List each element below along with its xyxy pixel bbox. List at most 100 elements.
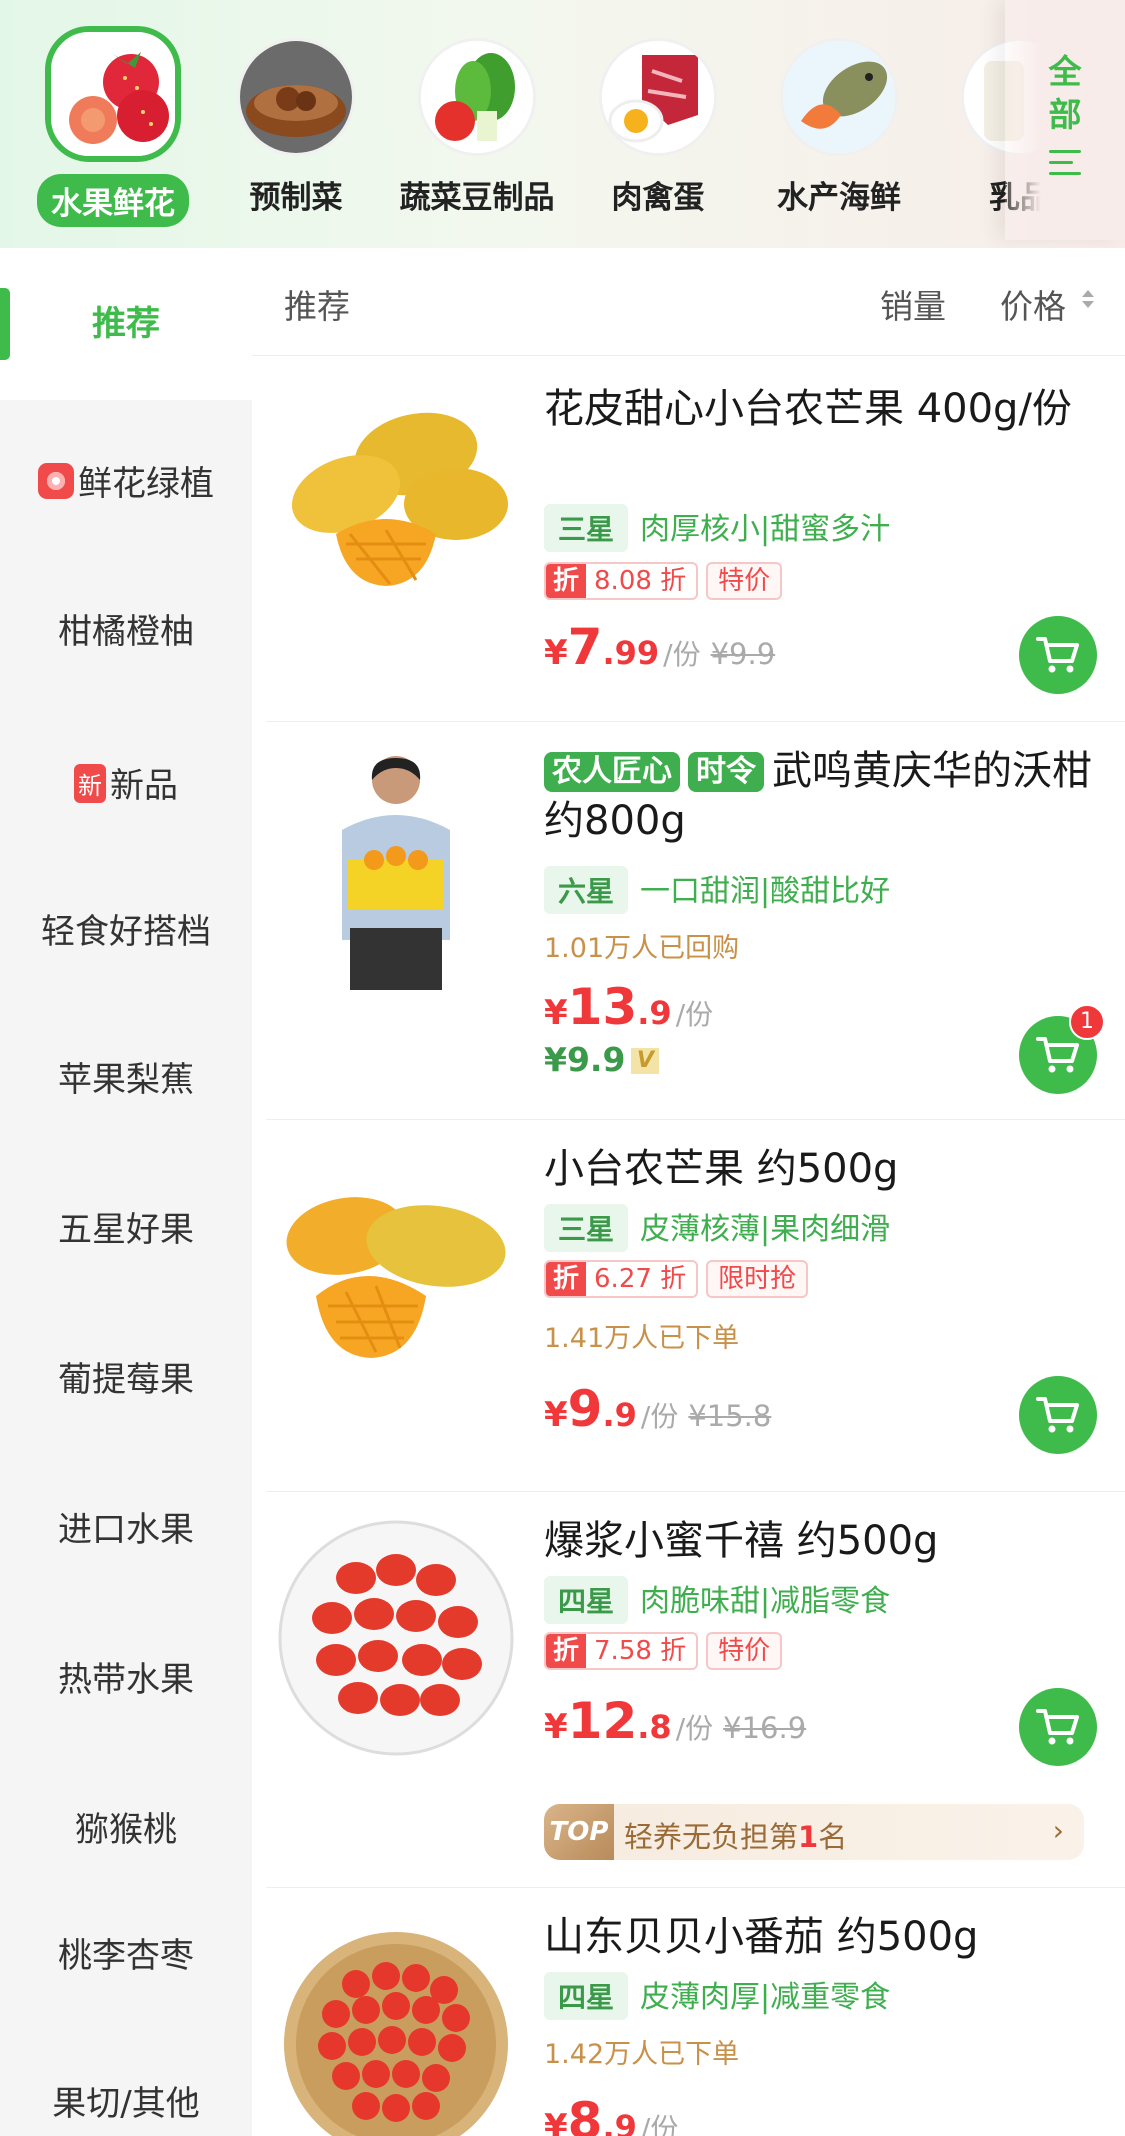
star-rating-badge: 三星 [544,504,629,552]
sidebar-item-apple-pear-banana[interactable]: 苹果梨蕉 [0,1052,252,1101]
cart-icon [1036,1397,1079,1433]
ranking-suffix: 名 [818,1820,848,1854]
product-features: 肉厚核小|甜蜜多汁 [640,512,891,547]
add-to-cart-button[interactable] [1019,1376,1097,1454]
sidebar-item-kiwi[interactable]: 猕猴桃 [0,1802,252,1851]
category-prepared-food[interactable]: 预制菜 [216,38,376,217]
prepared-food-thumbnail [237,38,355,156]
chevron-right-icon: › [1052,1814,1064,1847]
repurchase-count: 1.01万人已回购 [544,933,740,964]
product-card[interactable]: 山东贝贝小番茄 约500g 四星 皮薄肉厚|减重零食 1.42万人已下单 ¥8.9… [266,1888,1125,2136]
price-row: ¥7.99/份 ¥9.9 [544,618,775,676]
product-name: 花皮甜心小台农芒果 400g/份 [544,386,1072,432]
flash-sale-tag: 限时抢 [706,1260,809,1298]
vip-price-value: ¥9.9 [544,1040,626,1079]
price-decimal: .9 [602,2108,637,2136]
meat-thumbnail [599,38,717,156]
category-label: 水产海鲜 [777,180,901,216]
cart-icon [1036,1037,1079,1073]
product-list-panel: 推荐 销量 价格 花皮甜心小台农芒果 400g/份 三星 肉厚核小|甜蜜多汁 折8… [252,248,1125,2136]
price-integer: 13 [567,978,638,1036]
discount-value: 7.58 折 [594,1636,687,1666]
currency-symbol: ¥ [544,993,568,1033]
sidebar-item-label: 五星好果 [58,1210,194,1250]
price-unit: /份 [675,1712,714,1745]
sidebar-item-recommended[interactable]: 推荐 [0,248,252,400]
add-to-cart-button[interactable]: 1 [1019,1004,1105,1094]
sidebar-item-new[interactable]: 新新品 [0,758,252,807]
sidebar-item-peach-plum[interactable]: 桃李杏枣 [0,1928,252,1977]
price-row: ¥8.9/份 [544,2092,678,2136]
price-decimal: .99 [602,634,660,672]
discount-badge: 折 8.08 折 [544,562,699,600]
sidebar-item-label: 新品 [110,766,178,806]
currency-symbol: ¥ [544,2107,568,2136]
price-integer: 8 [567,2092,603,2136]
price-unit: /份 [675,998,714,1031]
category-vegetables-tofu[interactable]: 蔬菜豆制品 [397,38,557,217]
category-fruit-flower[interactable]: 水果鲜花 [33,26,193,227]
category-seafood[interactable]: 水产海鲜 [759,38,919,217]
sort-bar: 推荐 销量 价格 [252,248,1125,356]
sidebar-item-citrus[interactable]: 柑橘橙柚 [0,604,252,653]
special-price-tag: 特价 [706,562,783,600]
sidebar-item-light-meal[interactable]: 轻食好搭档 [0,904,252,953]
sidebar-item-five-star[interactable]: 五星好果 [0,1202,252,1251]
product-name: 山东贝贝小番茄 约500g [544,1914,979,1960]
sidebar-item-label: 柑橘橙柚 [58,612,194,652]
sidebar-item-imported[interactable]: 进口水果 [0,1502,252,1551]
sidebar-item-label: 苹果梨蕉 [58,1060,194,1100]
product-features: 肉脆味甜|减脂零食 [640,1584,891,1619]
ranking-text: 轻养无负担第1名 [624,1814,847,1856]
original-price: ¥15.8 [688,1399,772,1433]
product-card[interactable]: 花皮甜心小台农芒果 400g/份 三星 肉厚核小|甜蜜多汁 折 8.08 折特价 ¥… [266,356,1125,722]
special-price-tag: 特价 [706,1632,783,1670]
currency-symbol: ¥ [544,633,568,673]
price-integer: 9 [567,1380,603,1438]
cart-icon [1036,637,1079,673]
add-to-cart-button[interactable] [1019,1688,1097,1766]
sidebar-item-label: 推荐 [92,304,160,344]
sidebar-item-tropical[interactable]: 热带水果 [0,1652,252,1701]
craftsman-label: 农人匠心 [544,752,680,792]
product-card[interactable]: 小台农芒果 约500g 三星 皮薄核薄|果肉细滑 折 6.27 折限时抢 1.41万… [266,1120,1125,1492]
category-meat-poultry-egg[interactable]: 肉禽蛋 [578,38,738,217]
all-button-label-2: 部 [1048,95,1082,134]
order-count: 1.42万人已下单 [544,2039,740,2070]
all-categories-button[interactable]: 全 部 [1005,0,1125,240]
sidebar-item-grapes-berries[interactable]: 葡提莓果 [0,1352,252,1401]
sidebar-item-flowers-plants[interactable]: 鲜花绿植 [0,456,252,505]
product-name: 农人匠心 时令 武鸣黄庆华的沃柑 约800g [544,746,1095,846]
all-button-label-1: 全 [1048,52,1082,91]
price-decimal: .9 [602,1396,637,1434]
sort-arrows-icon [1082,290,1096,312]
discount-badge: 折 6.27 折 [544,1260,699,1298]
product-card[interactable]: 农人匠心 时令 武鸣黄庆华的沃柑 约800g 六星 一口甜润|酸甜比好 1.01万人已… [266,722,1125,1120]
sidebar-item-cut-fruit-other[interactable]: 果切/其他 [0,2076,252,2125]
cart-icon [1036,1709,1079,1745]
product-features: 皮薄肉厚|减重零食 [640,1980,891,2015]
product-tagline: 六星 一口甜润|酸甜比好 [544,866,890,914]
sidebar-item-label: 猕猴桃 [75,1810,177,1850]
sidebar-item-label: 葡提莓果 [58,1360,194,1400]
category-label: 蔬菜豆制品 [399,180,555,216]
product-tagline: 三星 皮薄核薄|果肉细滑 [544,1204,890,1252]
top-rank-badge: TOP [544,1804,614,1860]
sidebar-item-label: 鲜花绿植 [78,464,214,504]
sort-by-price-button[interactable]: 价格 [1000,280,1066,328]
ranking-banner[interactable]: TOP 轻养无负担第1名 › [544,1804,1084,1860]
product-card[interactable]: 爆浆小蜜千禧 约500g 四星 肉脆味甜|减脂零食 折 7.58 折特价 ¥12.8… [266,1492,1125,1888]
sort-by-sales-button[interactable]: 销量 [880,280,946,328]
currency-symbol: ¥ [544,1395,568,1435]
sort-current-label: 推荐 [284,287,350,326]
promo-row: 折 7.58 折特价 [544,1632,783,1670]
currency-symbol: ¥ [544,1707,568,1747]
star-rating-badge: 四星 [544,1972,629,2020]
menu-list-icon [1049,150,1081,175]
product-image-mango [276,384,516,624]
sidebar-item-label: 进口水果 [58,1510,194,1550]
star-rating-badge: 六星 [544,866,629,914]
price-row: ¥9.9/份 ¥15.8 [544,1380,771,1438]
product-name: 爆浆小蜜千禧 约500g [544,1518,939,1564]
add-to-cart-button[interactable] [1019,616,1097,694]
